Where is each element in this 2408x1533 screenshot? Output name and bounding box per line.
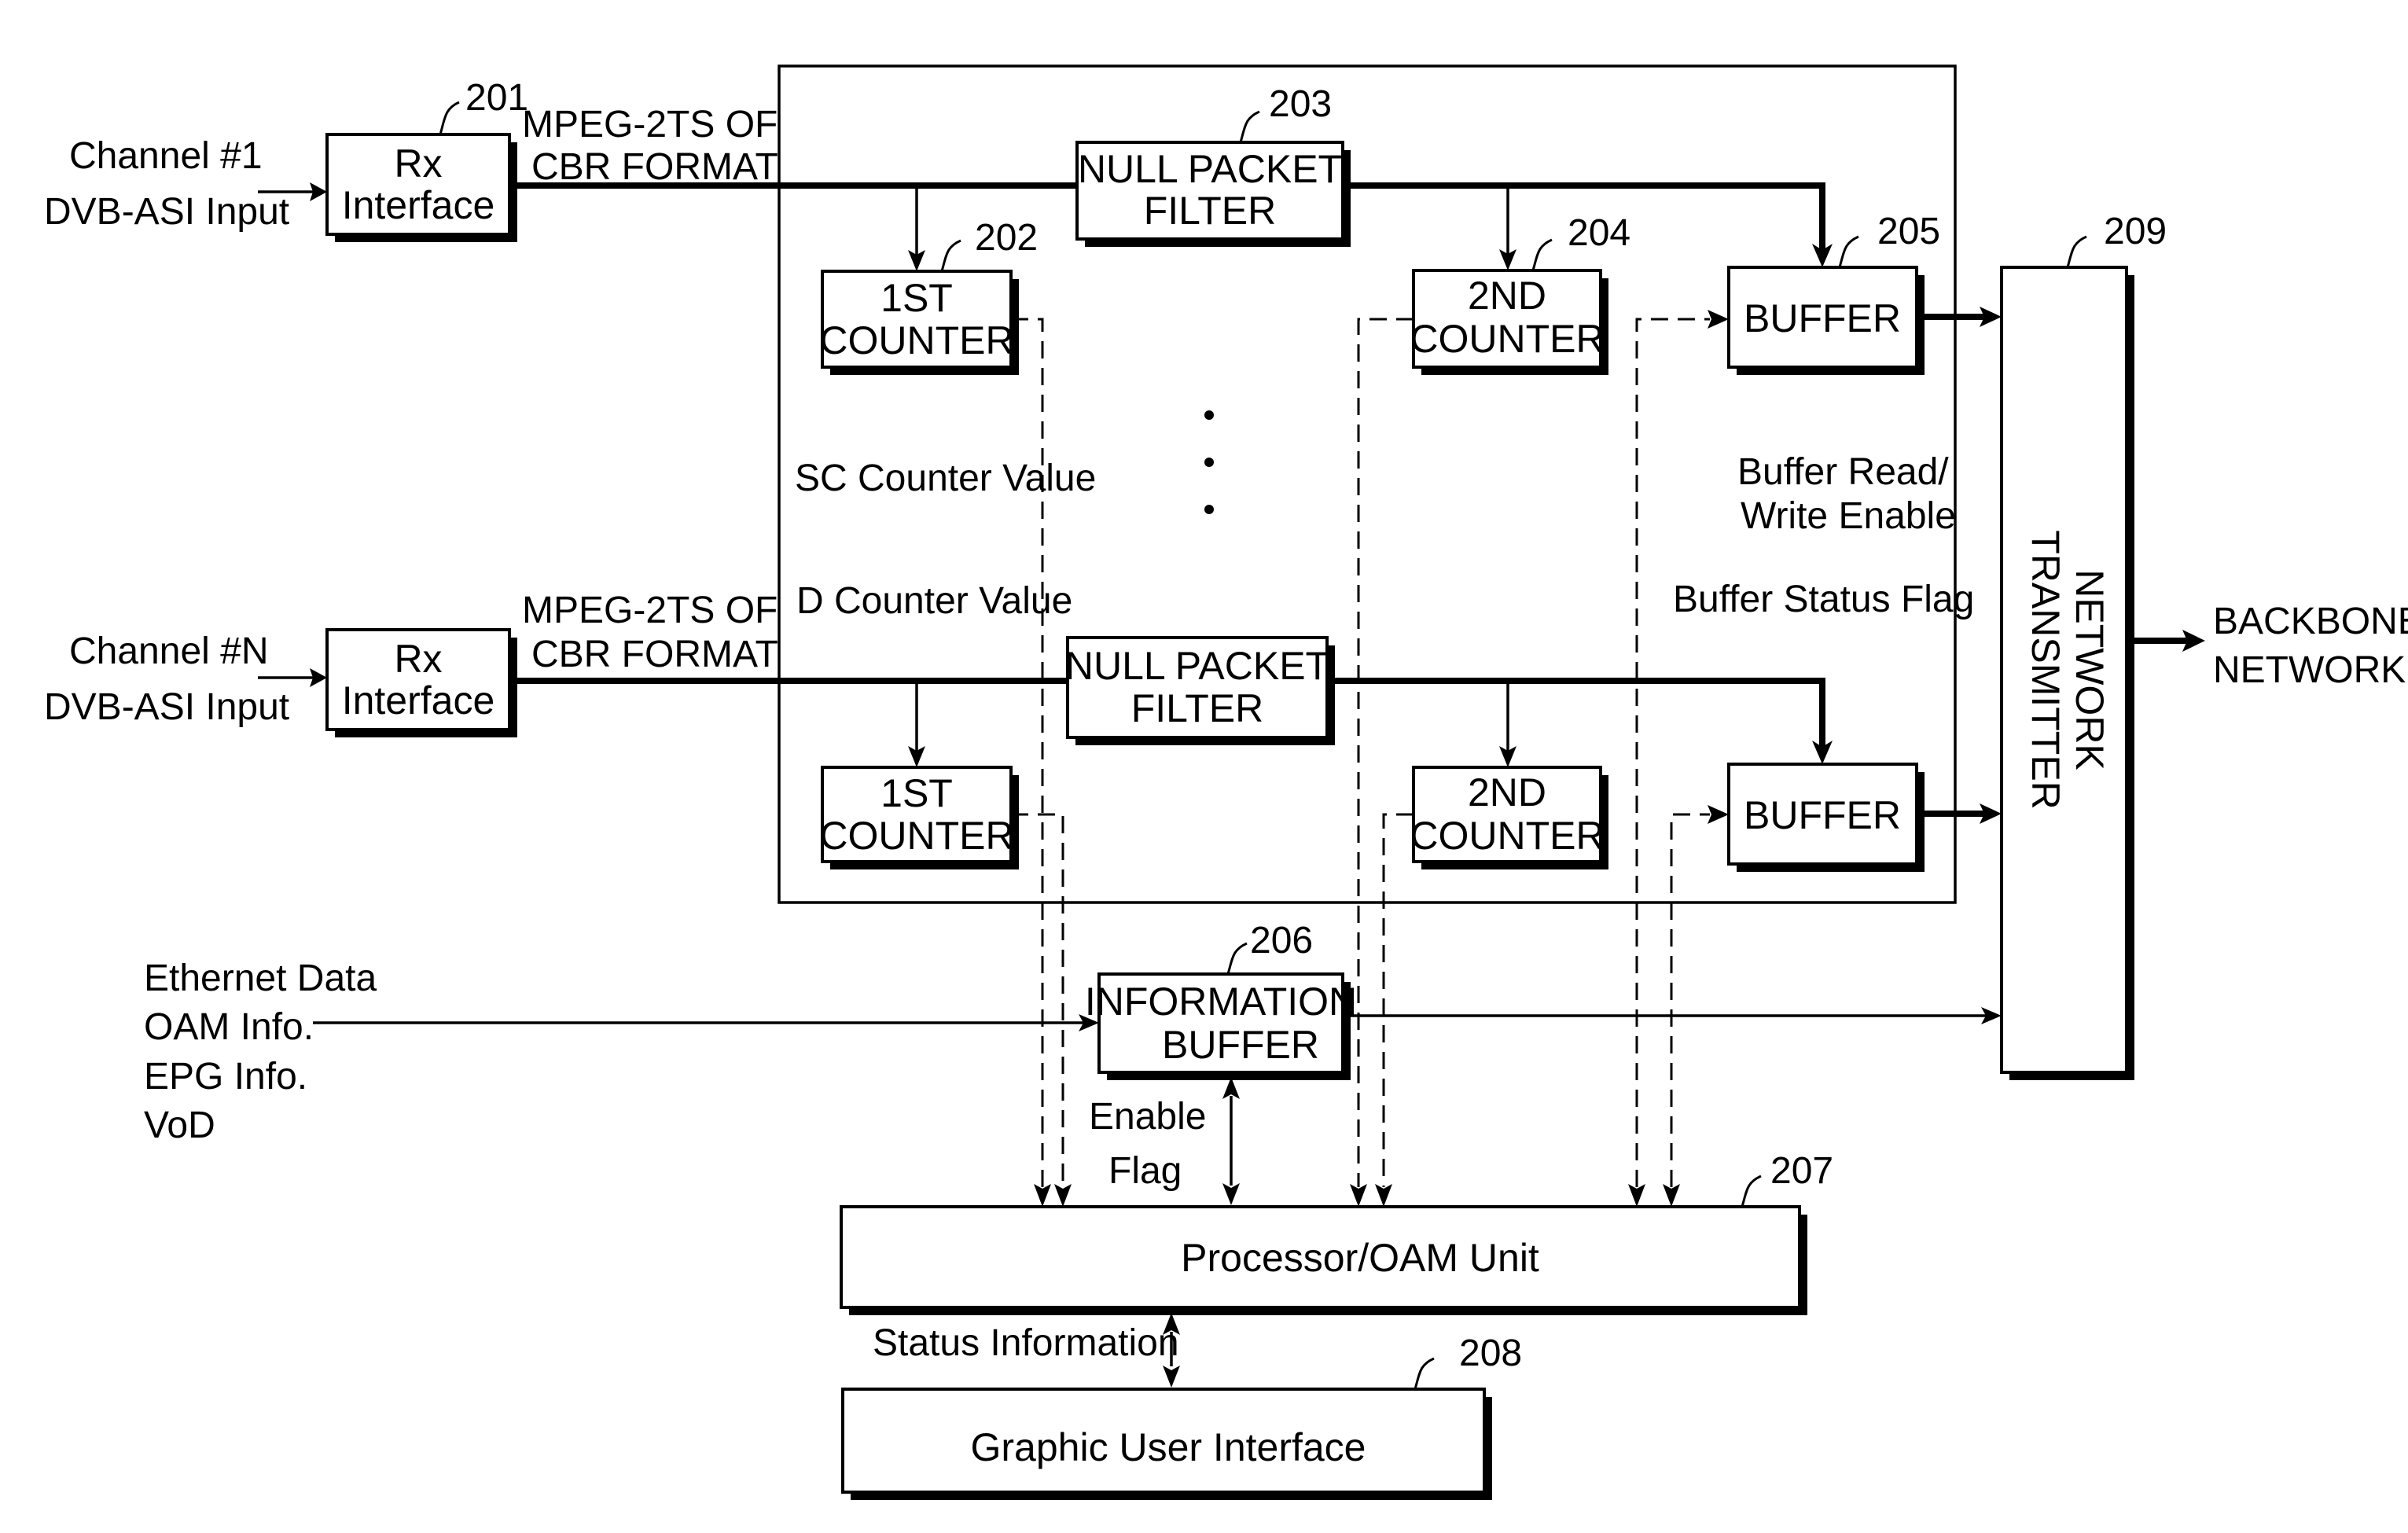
ref-207: 207: [1741, 1150, 1833, 1208]
svg-text:2ND: 2ND: [1468, 770, 1546, 814]
ref-202: 202: [940, 217, 1038, 272]
svg-text:Ethernet Data: Ethernet Data: [144, 958, 377, 999]
stream-label-1: MPEG-2TS OF CBR FORMAT: [522, 104, 778, 188]
first-counter-1: 1ST COUNTER: [819, 270, 1019, 375]
svg-text:Buffer Read/: Buffer Read/: [1737, 451, 1949, 493]
svg-text:MPEG-2TS OF: MPEG-2TS OF: [522, 590, 778, 631]
ref-201: 201: [439, 77, 528, 135]
svg-text:BACKBONE: BACKBONE: [2213, 601, 2408, 642]
svg-text:FILTER: FILTER: [1144, 189, 1277, 233]
rx-interface-1: Rx Interface: [325, 133, 517, 242]
stream-label-n: MPEG-2TS OF CBR FORMAT: [522, 590, 778, 675]
first-counter-n: 1ST COUNTER: [819, 766, 1019, 869]
svg-text:Rx: Rx: [394, 637, 442, 681]
svg-text:BUFFER: BUFFER: [1744, 296, 1901, 340]
svg-text:CBR FORMAT: CBR FORMAT: [531, 146, 778, 188]
buffer-1: BUFFER: [1727, 266, 1925, 375]
null-packet-filter-n: NULL PACKET FILTER: [1065, 636, 1335, 745]
ref-204: 204: [1531, 212, 1630, 271]
channel-n-input-label: Channel #N DVB-ASI Input: [44, 630, 289, 728]
svg-text:NULL PACKET: NULL PACKET: [1078, 147, 1342, 191]
svg-text:Channel #N: Channel #N: [69, 630, 269, 672]
network-transmitter: NETWORK TRANSMITTER: [2000, 266, 2134, 1080]
svg-text:COUNTER: COUNTER: [1410, 317, 1604, 361]
information-buffer: INFORMATION BUFFER: [1085, 972, 1357, 1080]
second-counter-n: 2ND COUNTER: [1410, 766, 1608, 869]
svg-text:Processor/OAM Unit: Processor/OAM Unit: [1181, 1236, 1539, 1280]
svg-text:MPEG-2TS OF: MPEG-2TS OF: [522, 104, 778, 145]
svg-text:1ST: 1ST: [880, 276, 953, 320]
svg-text:204: 204: [1568, 212, 1630, 254]
null-packet-filter-1: NULL PACKET FILTER: [1075, 141, 1351, 247]
svg-text:BUFFER: BUFFER: [1744, 793, 1901, 837]
block-diagram: Channel #1 DVB-ASI Input Channel #N DVB-…: [44, 64, 2408, 1500]
svg-text:NULL PACKET: NULL PACKET: [1065, 644, 1329, 688]
svg-text:Graphic User Interface: Graphic User Interface: [971, 1425, 1366, 1469]
svg-text:Flag: Flag: [1108, 1150, 1182, 1192]
svg-text:205: 205: [1877, 211, 1940, 252]
sc-counter-value-label: SC Counter Value: [795, 458, 1096, 499]
aux-input-labels: Ethernet Data OAM Info. EPG Info. VoD: [144, 958, 377, 1146]
svg-text:2ND: 2ND: [1468, 274, 1546, 318]
buffer-rw-enable-label: Buffer Read/ Write Enable: [1737, 451, 1956, 537]
graphic-user-interface: Graphic User Interface: [841, 1388, 1492, 1500]
svg-text:201: 201: [465, 77, 528, 119]
svg-text:208: 208: [1459, 1333, 1522, 1374]
svg-text:203: 203: [1269, 83, 1332, 125]
status-information-label: Status Information: [873, 1322, 1179, 1364]
svg-text:OAM Info.: OAM Info.: [144, 1006, 314, 1048]
svg-text:TRANSMITTER: TRANSMITTER: [2024, 530, 2068, 810]
filtered-stream-n: [1327, 678, 1825, 747]
svg-text:COUNTER: COUNTER: [819, 814, 1013, 858]
svg-text:209: 209: [2104, 211, 2167, 252]
d-counter-value-label: D Counter Value: [796, 580, 1072, 622]
svg-text:EPG Info.: EPG Info.: [144, 1056, 307, 1097]
svg-text:COUNTER: COUNTER: [819, 318, 1013, 362]
enable-flag-label: Enable Flag: [1089, 1096, 1206, 1192]
buffer-n: BUFFER: [1727, 763, 1925, 872]
channel-ellipsis: [1204, 410, 1214, 514]
svg-text:Rx: Rx: [394, 142, 442, 186]
svg-text:INFORMATION: INFORMATION: [1085, 980, 1357, 1024]
buffer-status-flag-label: Buffer Status Flag: [1673, 579, 1974, 620]
ref-203: 203: [1239, 83, 1332, 143]
ref-208: 208: [1414, 1333, 1522, 1390]
ref-206: 206: [1226, 920, 1313, 975]
svg-text:Enable: Enable: [1089, 1096, 1206, 1138]
svg-text:NETWORK: NETWORK: [2213, 649, 2406, 691]
svg-text:1ST: 1ST: [880, 771, 953, 815]
svg-text:COUNTER: COUNTER: [1410, 814, 1604, 858]
svg-text:202: 202: [975, 217, 1038, 259]
rx-interface-n: Rx Interface: [325, 628, 517, 737]
svg-text:206: 206: [1250, 920, 1313, 961]
svg-text:207: 207: [1770, 1150, 1833, 1192]
svg-text:CBR FORMAT: CBR FORMAT: [531, 634, 778, 675]
svg-text:FILTER: FILTER: [1131, 686, 1264, 730]
svg-text:Channel #1: Channel #1: [69, 135, 263, 177]
svg-text:Interface: Interface: [342, 183, 495, 227]
processor-oam-unit: Processor/OAM Unit: [840, 1205, 1807, 1315]
second-counter-1: 2ND COUNTER: [1410, 269, 1608, 375]
svg-text:DVB-ASI Input: DVB-ASI Input: [44, 191, 289, 233]
channel-1-input-label: Channel #1 DVB-ASI Input: [44, 135, 289, 233]
ref-209: 209: [2066, 211, 2167, 268]
svg-text:Interface: Interface: [342, 678, 495, 722]
backbone-network-label: BACKBONE NETWORK: [2213, 601, 2408, 691]
svg-text:Write Enable: Write Enable: [1741, 495, 1956, 537]
svg-text:BUFFER: BUFFER: [1162, 1023, 1319, 1067]
ref-205: 205: [1838, 211, 1940, 268]
svg-text:DVB-ASI Input: DVB-ASI Input: [44, 686, 289, 728]
svg-text:NETWORK: NETWORK: [2068, 569, 2112, 770]
svg-text:VoD: VoD: [144, 1105, 215, 1146]
